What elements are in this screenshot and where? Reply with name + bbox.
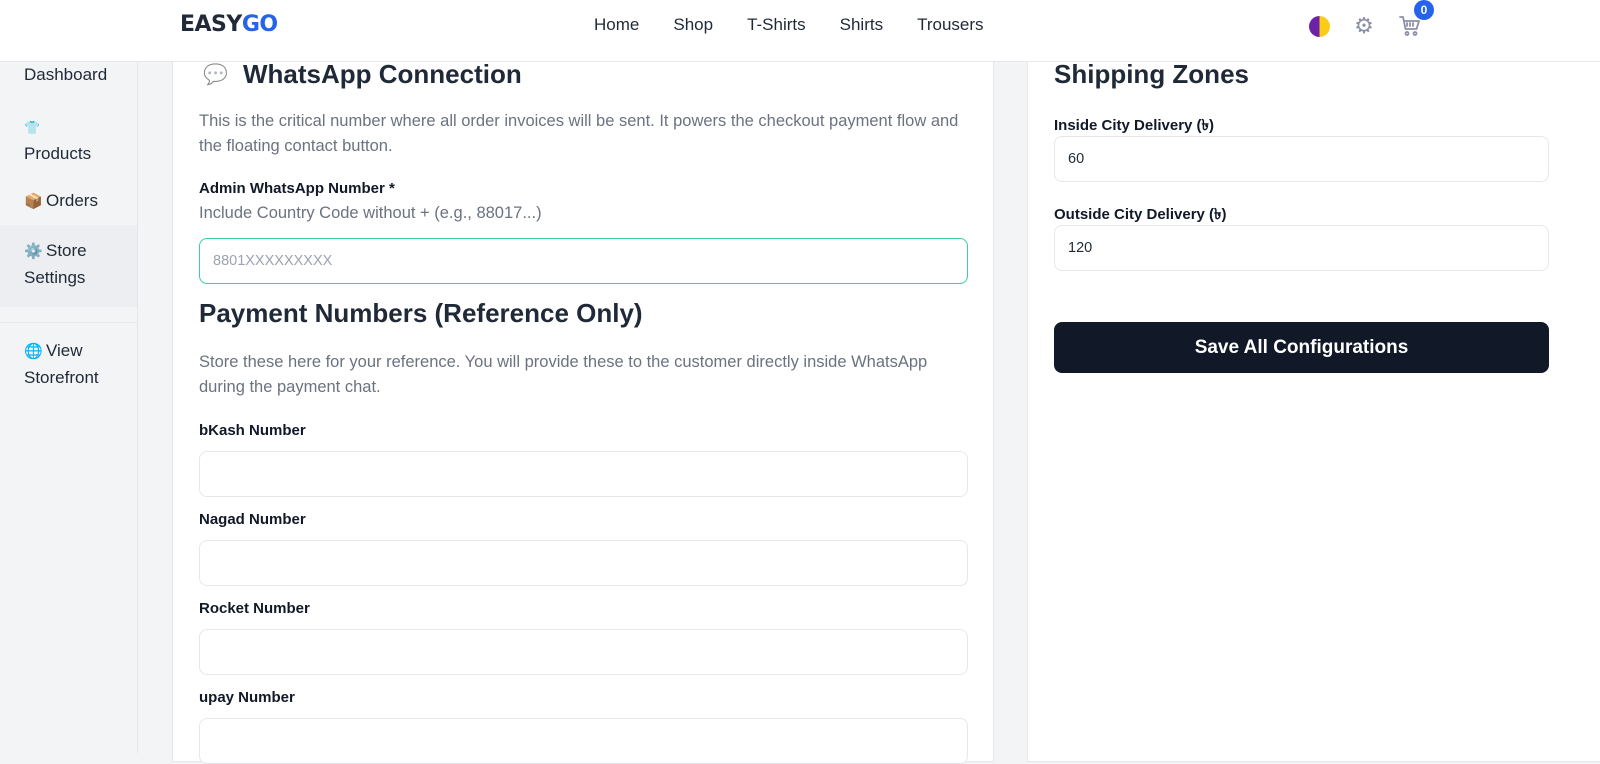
brand-logo-part1: EASY: [180, 12, 242, 37]
whatsapp-number-label: Admin WhatsApp Number *: [199, 180, 395, 197]
nagad-label: Nagad Number: [199, 511, 306, 528]
inside-city-delivery-input[interactable]: [1054, 136, 1549, 182]
top-header: EASYGO Home Shop T-Shirts Shirts Trouser…: [0, 0, 1600, 62]
sidebar-item-products[interactable]: 👕 Products: [0, 114, 137, 167]
main-nav: Home Shop T-Shirts Shirts Trousers: [594, 15, 984, 35]
sidebar-item-dashboard[interactable]: Dashboard: [0, 62, 137, 88]
nav-shirts[interactable]: Shirts: [840, 15, 883, 35]
sidebar: Dashboard 👕 Products 📦 Orders ⚙️ Store Set…: [0, 62, 138, 753]
package-icon: 📦: [24, 193, 43, 210]
upay-number-input[interactable]: [199, 718, 968, 764]
nav-shop[interactable]: Shop: [673, 15, 713, 35]
nav-home[interactable]: Home: [594, 15, 639, 35]
rocket-label: Rocket Number: [199, 600, 310, 617]
rocket-number-input[interactable]: [199, 629, 968, 675]
nav-trousers[interactable]: Trousers: [917, 15, 983, 35]
payment-description: Store these here for your reference. You…: [199, 353, 928, 396]
gear-icon: ⚙️: [24, 243, 43, 260]
sidebar-divider: [0, 322, 137, 323]
settings-panel: 💬 WhatsApp Connection This is the critic…: [172, 59, 994, 764]
sidebar-item-label: Dashboard: [24, 65, 108, 84]
save-all-configurations-button[interactable]: Save All Configurations: [1054, 322, 1549, 373]
outside-city-delivery-input[interactable]: [1054, 225, 1549, 271]
brand-logo[interactable]: EASYGO: [180, 12, 278, 37]
theme-toggle-icon[interactable]: [1307, 14, 1331, 38]
bkash-number-input[interactable]: [199, 451, 968, 497]
upay-label: upay Number: [199, 689, 295, 706]
sidebar-item-label: Orders: [46, 191, 98, 210]
payment-section-title: Payment Numbers (Reference Only): [199, 298, 643, 328]
gear-icon[interactable]: ⚙: [1352, 14, 1376, 38]
cart-count-badge: 0: [1414, 0, 1434, 20]
sidebar-item-label: Products: [24, 144, 92, 163]
whatsapp-description: This is the critical number where all or…: [199, 112, 959, 155]
tshirt-icon: 👕: [24, 120, 41, 135]
sidebar-item-store-settings[interactable]: ⚙️ Store Settings: [0, 225, 137, 307]
chat-bubble-icon: 💬: [203, 64, 228, 86]
brand-logo-part2: GO: [241, 12, 278, 37]
shipping-section-title: Shipping Zones: [1054, 59, 1249, 89]
whatsapp-number-hint: Include Country Code without + (e.g., 88…: [199, 204, 542, 222]
whatsapp-section-title: WhatsApp Connection: [243, 59, 522, 89]
nagad-number-input[interactable]: [199, 540, 968, 586]
shipping-panel: Shipping Zones Inside City Delivery (৳) …: [1027, 59, 1600, 762]
sidebar-item-orders[interactable]: 📦 Orders: [0, 188, 137, 215]
whatsapp-number-input[interactable]: [199, 238, 968, 284]
globe-icon: 🌐: [24, 343, 43, 360]
sidebar-item-view-storefront[interactable]: 🌐 View Storefront: [0, 338, 137, 391]
nav-tshirts[interactable]: T-Shirts: [747, 15, 806, 35]
bkash-label: bKash Number: [199, 422, 306, 439]
